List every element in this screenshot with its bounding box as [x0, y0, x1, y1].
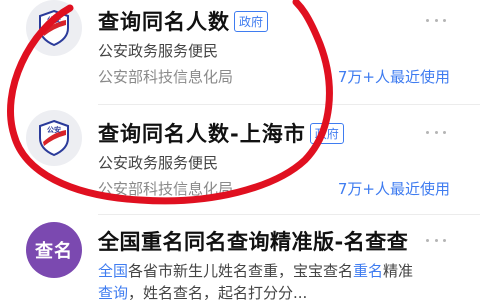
usage-count: 7万+人最近使用	[337, 180, 450, 198]
more-options-icon[interactable]	[426, 236, 446, 244]
result-title[interactable]: 查询同名人数 政府	[98, 6, 269, 36]
result-title[interactable]: 查询同名人数-上海市 政府	[98, 118, 344, 148]
police-badge-icon: 公安	[39, 119, 69, 157]
result-subtitle: 公安政务服务便民	[98, 154, 219, 172]
police-badge-icon: 公安	[39, 9, 69, 47]
usage-count: 7万+人最近使用	[337, 68, 450, 86]
divider	[98, 104, 480, 105]
divider	[98, 214, 480, 215]
more-options-icon[interactable]	[426, 128, 446, 136]
gov-tag: 政府	[309, 122, 344, 144]
result-subtitle: 公安政务服务便民	[98, 42, 219, 60]
result-item-1[interactable]: 公安 查询同名人数 政府 公安政务服务便民 公安部科技信息化局 7万+人最近使用	[0, 0, 480, 100]
result-description: 全国各省市新生儿姓名查重，宝宝查名重名精准查询，姓名查名，起名打分分...	[98, 262, 414, 302]
badge-text: 公安	[47, 125, 61, 134]
avatar: 公安	[26, 110, 82, 166]
more-options-icon[interactable]	[426, 16, 446, 24]
result-title[interactable]: 全国重名同名查询精准版-名查查	[98, 226, 408, 256]
result-item-3[interactable]: 查名 全国重名同名查询精准版-名查查 全国各省市新生儿姓名查重，宝宝查名重名精准…	[0, 218, 480, 302]
avatar: 查名	[26, 222, 82, 278]
gov-tag: 政府	[234, 10, 269, 32]
result-item-2[interactable]: 公安 查询同名人数-上海市 政府 公安政务服务便民 公安部科技信息化局 7万+人最…	[0, 110, 480, 212]
avatar: 公安	[26, 0, 82, 56]
result-org: 公安部科技信息化局	[98, 68, 234, 86]
badge-text: 公安	[47, 15, 61, 24]
result-org: 公安部科技信息化局	[98, 180, 234, 198]
